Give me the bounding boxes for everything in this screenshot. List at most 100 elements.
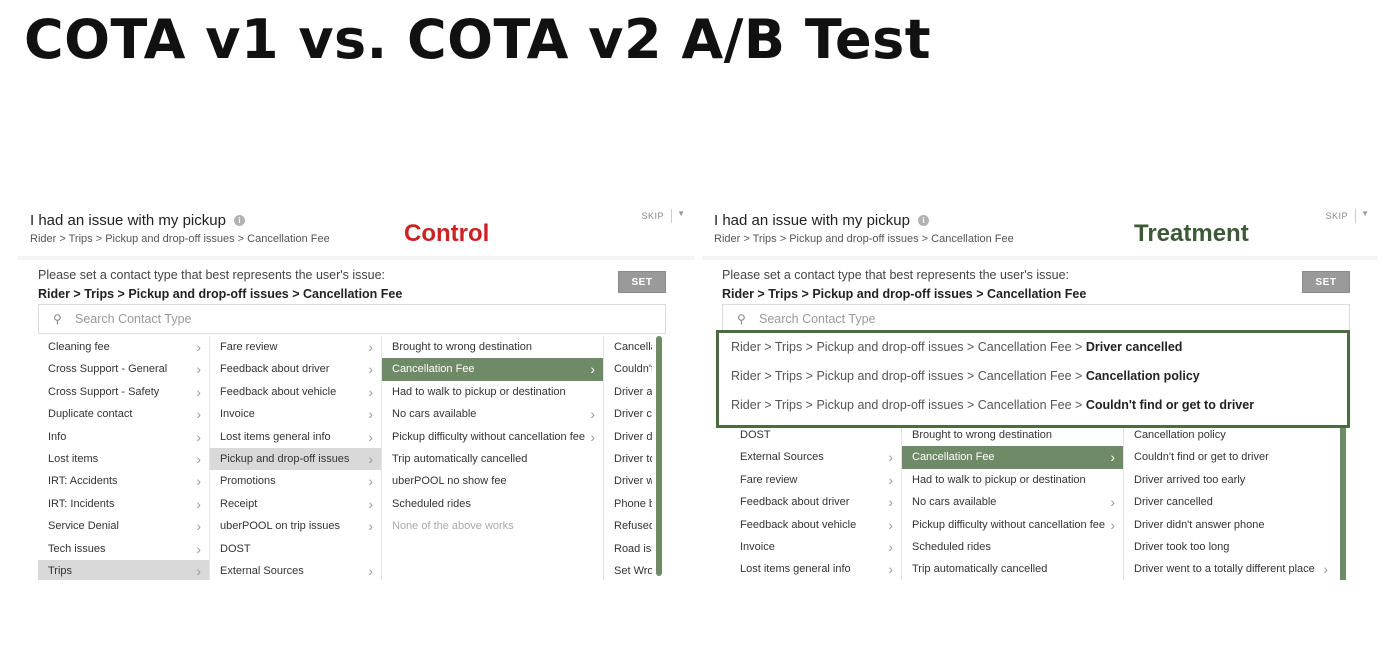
info-icon[interactable]: i — [234, 215, 245, 226]
list-item[interactable]: Promotions — [210, 470, 381, 492]
list-item[interactable]: Driver w — [604, 470, 652, 492]
list-item[interactable]: Driver went to a totally different place — [1124, 558, 1336, 580]
list-item[interactable]: Cancellat — [604, 336, 652, 358]
suggestion-leaf: Couldn't find or get to driver — [1085, 398, 1255, 412]
list-item[interactable]: Driver arrived too early — [1124, 469, 1336, 491]
list-item[interactable]: Scheduled rides — [382, 493, 603, 515]
list-item[interactable]: Invoice — [210, 403, 381, 425]
list-item[interactable]: Trip automatically cancelled — [382, 448, 603, 470]
issue-title: I had an issue with my pickup — [714, 212, 910, 229]
list-item-selected[interactable]: Pickup and drop-off issues — [210, 447, 381, 471]
list-item[interactable]: Driver to — [604, 448, 652, 470]
list-item[interactable]: Scheduled rides — [902, 536, 1123, 558]
list-item[interactable]: Driver took too long — [1124, 536, 1336, 558]
suggestion-path: Rider > Trips > Pickup and drop-off issu… — [731, 340, 1086, 354]
list-item[interactable]: External Sources — [730, 446, 901, 468]
chevron-down-icon[interactable]: ▼ — [1361, 209, 1369, 218]
list-item-selected[interactable]: Trips — [38, 559, 209, 580]
list-item[interactable]: Receipt — [210, 493, 381, 515]
list-item[interactable]: Service Denial — [38, 515, 209, 537]
list-item[interactable]: Feedback about vehicle — [210, 381, 381, 403]
list-item[interactable]: Cross Support - Safety — [38, 381, 209, 403]
treatment-panel: I had an issue with my pickup i Rider > … — [702, 200, 1378, 580]
list-item[interactable]: Had to walk to pickup or destination — [902, 469, 1123, 491]
column-detail: Cancellation policy Couldn't find or get… — [1124, 424, 1336, 580]
list-item[interactable]: Trip automatically cancelled — [902, 558, 1123, 580]
scrollbar[interactable] — [656, 336, 662, 576]
list-item[interactable]: None of the above works — [382, 515, 603, 537]
column-subcategory: DOST External Sources Fare review Feedba… — [730, 424, 902, 580]
info-icon[interactable]: i — [918, 215, 929, 226]
list-item[interactable]: Feedback about driver — [210, 358, 381, 380]
chevron-down-icon[interactable]: ▼ — [677, 209, 685, 218]
list-item[interactable]: Driver cancelled — [1124, 491, 1336, 513]
list-item[interactable]: External Sources — [210, 560, 381, 580]
list-item[interactable]: IRT: Incidents — [38, 493, 209, 515]
list-item[interactable]: Phone ba — [604, 493, 652, 515]
list-item[interactable]: Lost items — [38, 448, 209, 470]
scrollbar[interactable] — [1340, 424, 1346, 580]
column-issue: Brought to wrong destination Cancellatio… — [902, 424, 1124, 580]
set-button[interactable]: SET — [618, 271, 666, 293]
list-item-selected[interactable]: Cancellation Fee — [382, 358, 603, 381]
list-item[interactable]: Driver ar — [604, 381, 652, 403]
search-icon: ⚲ — [737, 312, 746, 326]
list-item[interactable]: Cleaning fee — [38, 336, 209, 358]
column-subcategory: Fare review Feedback about driver Feedba… — [210, 336, 382, 580]
search-input[interactable] — [759, 309, 1159, 329]
list-item[interactable]: Cross Support - General — [38, 358, 209, 380]
list-item[interactable]: Brought to wrong destination — [382, 336, 603, 358]
divider — [1355, 209, 1356, 223]
set-button[interactable]: SET — [1302, 271, 1350, 293]
list-item[interactable]: uberPOOL no show fee — [382, 470, 603, 492]
suggestion-item[interactable]: Rider > Trips > Pickup and drop-off issu… — [719, 333, 1347, 362]
list-item[interactable]: Lost items general info — [210, 426, 381, 448]
breadcrumb: Rider > Trips > Pickup and drop-off issu… — [30, 233, 330, 245]
list-item[interactable]: Invoice — [730, 536, 901, 558]
suggestion-item[interactable]: Rider > Trips > Pickup and drop-off issu… — [719, 391, 1347, 420]
search-input[interactable] — [75, 309, 475, 329]
list-item[interactable]: Fare review — [210, 336, 381, 358]
control-header: I had an issue with my pickup i Rider > … — [18, 200, 694, 256]
list-item[interactable]: uberPOOL on trip issues — [210, 515, 381, 537]
variant-label-control: Control — [404, 220, 490, 247]
list-item[interactable]: Pickup difficulty without cancellation f… — [382, 426, 603, 448]
list-item[interactable]: Road iss — [604, 538, 652, 560]
suggestion-path: Rider > Trips > Pickup and drop-off issu… — [731, 398, 1086, 412]
suggestion-leaf: Cancellation policy — [1085, 369, 1200, 383]
column-detail: Cancellat Couldn't Driver ar Driver ca D… — [604, 336, 652, 580]
control-panel: I had an issue with my pickup i Rider > … — [18, 200, 694, 580]
list-item[interactable]: Had to walk to pickup or destination — [382, 381, 603, 403]
skip-button[interactable]: SKIP — [641, 211, 664, 221]
list-item[interactable]: Driver ca — [604, 403, 652, 425]
suggestion-item[interactable]: Rider > Trips > Pickup and drop-off issu… — [719, 362, 1347, 391]
list-item[interactable]: Fare review — [730, 469, 901, 491]
list-item[interactable]: Duplicate contact — [38, 403, 209, 425]
suggestion-path: Rider > Trips > Pickup and drop-off issu… — [731, 369, 1086, 383]
page-title: COTA v1 vs. COTA v2 A/B Test — [24, 8, 932, 71]
list-item[interactable]: Info — [38, 426, 209, 448]
list-item[interactable]: No cars available — [382, 403, 603, 425]
skip-button[interactable]: SKIP — [1325, 211, 1348, 221]
list-item[interactable]: Set Wro — [604, 560, 652, 580]
current-path: Rider > Trips > Pickup and drop-off issu… — [38, 287, 403, 301]
current-path: Rider > Trips > Pickup and drop-off issu… — [722, 287, 1087, 301]
list-item[interactable]: Refused — [604, 515, 652, 537]
list-item[interactable]: Couldn't find or get to driver — [1124, 446, 1336, 468]
prompt-text: Please set a contact type that best repr… — [722, 268, 1070, 282]
list-item[interactable]: IRT: Accidents — [38, 470, 209, 492]
list-item[interactable]: Lost items general info — [730, 558, 901, 580]
list-item[interactable]: Driver di — [604, 426, 652, 448]
list-item[interactable]: DOST — [210, 538, 381, 560]
suggestions-box: Rider > Trips > Pickup and drop-off issu… — [716, 330, 1350, 428]
list-item-selected[interactable]: Cancellation Fee — [902, 446, 1123, 469]
list-item[interactable]: Feedback about driver — [730, 491, 901, 513]
list-item[interactable]: Tech issues — [38, 538, 209, 560]
list-item[interactable]: Pickup difficulty without cancellation f… — [902, 514, 1123, 536]
list-item[interactable]: No cars available — [902, 491, 1123, 513]
treatment-header: I had an issue with my pickup i Rider > … — [702, 200, 1378, 256]
search-icon: ⚲ — [53, 312, 62, 326]
list-item[interactable]: Couldn't — [604, 358, 652, 380]
list-item[interactable]: Driver didn't answer phone — [1124, 514, 1336, 536]
list-item[interactable]: Feedback about vehicle — [730, 514, 901, 536]
